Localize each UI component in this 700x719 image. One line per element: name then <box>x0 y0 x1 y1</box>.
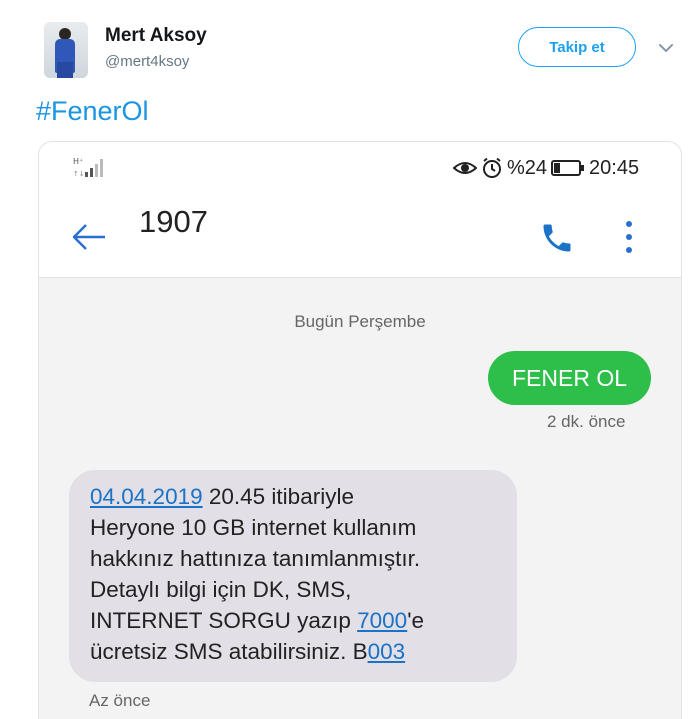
line-5-end: 'e <box>407 608 425 633</box>
line-6-start: ücretsiz SMS atabilirsiniz. B <box>90 639 368 664</box>
status-bar-right: %24 20:45 <box>453 156 639 180</box>
received-message-text: 04.04.2019 20.45 itibariyle Heryone 10 G… <box>90 481 510 667</box>
sms-app-bar: H⁺ ↑↓ %24 20:45 1907 <box>39 142 681 278</box>
day-separator: Bugün Perşembe <box>294 312 426 331</box>
follow-button[interactable]: Takip et <box>518 27 636 67</box>
phone-call-icon[interactable] <box>539 220 575 256</box>
more-vert-icon[interactable] <box>619 218 639 256</box>
tweet-media-image[interactable]: H⁺ ↑↓ %24 20:45 1907 Bugün Perşembe FENE… <box>38 141 682 719</box>
sent-message-bubble[interactable]: FENER OL <box>488 351 651 405</box>
line-1-rest: 20.45 itibariyle <box>202 484 354 509</box>
message-line-5: INTERNET SORGU yazıp 7000'e <box>90 605 510 636</box>
avatar-legs <box>57 62 73 78</box>
back-arrow-icon[interactable] <box>71 222 107 252</box>
sent-message-time: 2 dk. önce <box>547 412 626 431</box>
received-message-time: Az önce <box>89 691 151 710</box>
message-line-1: 04.04.2019 20.45 itibariyle <box>90 481 510 512</box>
message-line-4: Detaylı bilgi için DK, SMS, <box>90 577 352 602</box>
code-link[interactable]: 003 <box>368 639 406 664</box>
message-line-3: hakkınız hattınıza tanımlanmıştır. <box>90 546 421 571</box>
alarm-icon <box>483 157 501 178</box>
hashtag-link[interactable]: #FenerOl <box>36 96 149 127</box>
user-name[interactable]: Mert Aksoy <box>105 25 207 47</box>
date-link[interactable]: 04.04.2019 <box>90 484 203 509</box>
user-handle[interactable]: @mert4ksoy <box>105 53 189 70</box>
eye-icon <box>453 162 477 174</box>
message-line-6: ücretsiz SMS atabilirsiniz. B003 <box>90 636 510 667</box>
chevron-down-icon[interactable] <box>656 38 676 58</box>
line-5-start: INTERNET SORGU yazıp <box>90 608 358 633</box>
svg-text:H⁺: H⁺ <box>73 157 83 166</box>
status-time: 20:45 <box>589 156 640 179</box>
contact-name: 1907 <box>139 204 208 239</box>
signal-icon: H⁺ ↑↓ <box>73 157 103 178</box>
battery-percent: %24 <box>507 156 548 179</box>
number-link[interactable]: 7000 <box>357 608 407 633</box>
avatar[interactable] <box>44 22 88 78</box>
svg-text:↑↓: ↑↓ <box>73 170 85 178</box>
battery-icon <box>551 160 585 176</box>
message-line-2: Heryone 10 GB internet kullanım <box>90 515 417 540</box>
